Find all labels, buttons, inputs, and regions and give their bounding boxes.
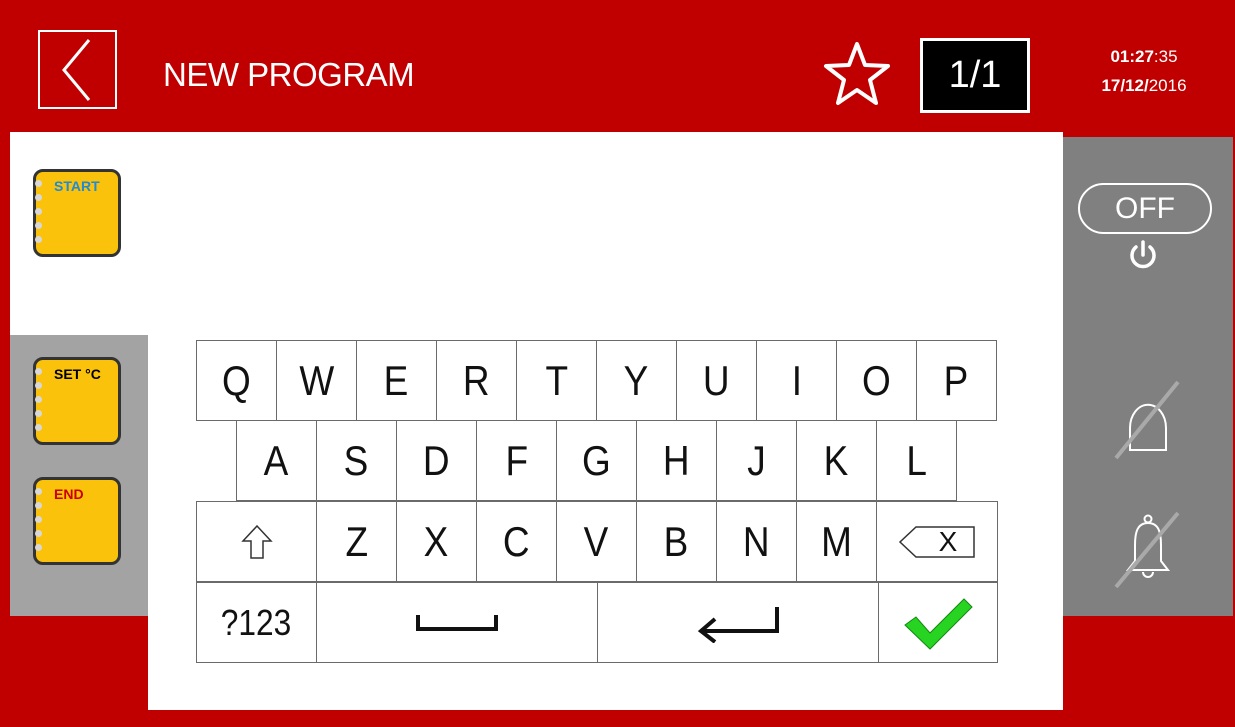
start-label: START xyxy=(54,178,100,194)
confirm-key[interactable] xyxy=(878,582,998,663)
page-title: NEW PROGRAM xyxy=(163,56,415,93)
space-key[interactable] xyxy=(316,582,598,663)
key-u[interactable]: U xyxy=(676,340,757,421)
key-d[interactable]: D xyxy=(396,420,477,501)
key-a[interactable]: A xyxy=(236,420,317,501)
power-icon xyxy=(1125,238,1161,274)
key-h[interactable]: H xyxy=(636,420,717,501)
page-indicator: 1/1 xyxy=(920,38,1030,113)
key-p[interactable]: P xyxy=(916,340,997,421)
numbers-key[interactable]: ?123 xyxy=(196,582,317,663)
back-button[interactable] xyxy=(38,30,117,109)
key-g[interactable]: G xyxy=(556,420,637,501)
key-b[interactable]: B xyxy=(636,501,717,582)
clock: 01:27:35 17/12/2016 xyxy=(1080,42,1208,100)
off-button[interactable]: OFF xyxy=(1078,183,1212,234)
backspace-icon: X xyxy=(898,525,976,559)
date-display: 17/12/2016 xyxy=(1101,76,1187,95)
arrow-up-icon xyxy=(240,524,273,559)
chevron-left-icon xyxy=(62,39,91,101)
star-icon xyxy=(824,42,890,105)
end-label: END xyxy=(54,486,84,502)
key-w[interactable]: W xyxy=(276,340,357,421)
alarm-off-button[interactable] xyxy=(1108,370,1188,460)
checkmark-icon xyxy=(904,597,973,650)
buzzer-off-button[interactable] xyxy=(1108,505,1188,593)
set-temperature-label: SET °C xyxy=(54,366,101,382)
end-button[interactable]: END xyxy=(33,477,121,565)
start-button[interactable]: START xyxy=(33,169,121,257)
space-icon xyxy=(416,614,498,631)
key-r[interactable]: R xyxy=(436,340,517,421)
time-display: 01:27:35 xyxy=(1110,47,1178,66)
key-j[interactable]: J xyxy=(716,420,797,501)
key-e[interactable]: E xyxy=(356,340,437,421)
key-k[interactable]: K xyxy=(796,420,877,501)
backspace-key[interactable]: X xyxy=(876,501,998,582)
alarm-off-icon xyxy=(1114,380,1180,460)
bell-off-icon xyxy=(1114,511,1180,589)
key-c[interactable]: C xyxy=(476,501,557,582)
key-t[interactable]: T xyxy=(516,340,597,421)
shift-key[interactable] xyxy=(196,501,317,582)
key-x[interactable]: X xyxy=(396,501,477,582)
key-o[interactable]: O xyxy=(836,340,917,421)
key-v[interactable]: V xyxy=(556,501,637,582)
key-s[interactable]: S xyxy=(316,420,397,501)
key-q[interactable]: Q xyxy=(196,340,277,421)
favorite-button[interactable] xyxy=(823,40,891,108)
enter-key[interactable] xyxy=(597,582,879,663)
key-n[interactable]: N xyxy=(716,501,797,582)
key-l[interactable]: L xyxy=(876,420,957,501)
set-temperature-button[interactable]: SET °C xyxy=(33,357,121,445)
return-arrow-icon xyxy=(697,606,779,643)
key-m[interactable]: M xyxy=(796,501,877,582)
key-y[interactable]: Y xyxy=(596,340,677,421)
key-i[interactable]: I xyxy=(756,340,837,421)
header-bar: NEW PROGRAM 1/1 01:27:35 17/12/2016 xyxy=(0,0,1235,132)
key-f[interactable]: F xyxy=(476,420,557,501)
key-z[interactable]: Z xyxy=(316,501,397,582)
